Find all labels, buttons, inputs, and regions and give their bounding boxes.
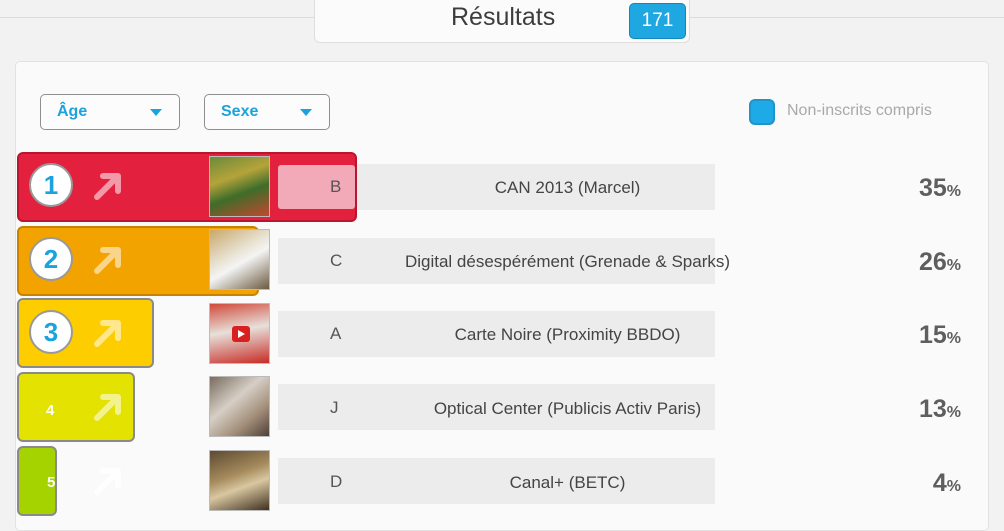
result-percent: 26%: [918, 248, 961, 276]
caret-down-icon: [300, 109, 312, 116]
rank-badge: 3: [29, 310, 73, 354]
result-letter: B: [330, 177, 342, 196]
video-thumbnail[interactable]: [209, 229, 270, 290]
video-thumbnail[interactable]: [209, 156, 270, 217]
non-inscrits-label: Non-inscrits compris: [787, 102, 932, 119]
result-percent: 15%: [918, 321, 961, 349]
result-percent: 13%: [918, 395, 961, 423]
result-highlight: [278, 165, 355, 209]
page-title: Résultats: [451, 3, 556, 31]
rank-badge: 1: [29, 163, 73, 207]
trend-up-icon: [94, 394, 121, 421]
result-name: CAN 2013 (Marcel): [494, 178, 641, 197]
result-name: Digital désespérément (Grenade & Sparks): [404, 252, 731, 271]
video-thumbnail[interactable]: [209, 450, 270, 511]
rank-badge: 2: [29, 237, 73, 281]
result-letter: A: [330, 324, 342, 343]
age-filter-label: Âge: [57, 103, 88, 120]
rank-label: 4: [46, 402, 55, 419]
trend-up-icon: [94, 173, 121, 200]
non-inscrits-checkbox[interactable]: [749, 99, 775, 125]
rank-label: 5: [47, 474, 56, 491]
caret-down-icon: [150, 109, 162, 116]
result-letter: D: [330, 472, 343, 491]
age-filter-dropdown[interactable]: Âge: [40, 94, 180, 130]
sexe-filter-dropdown[interactable]: Sexe: [204, 94, 330, 130]
result-percent: 4%: [932, 469, 961, 497]
video-thumbnail[interactable]: [209, 376, 270, 437]
results-header: Résultats 171: [314, 0, 690, 43]
result-percent: 35%: [918, 174, 961, 202]
trend-up-icon: [94, 468, 121, 495]
result-letter: C: [330, 251, 343, 270]
result-name: Optical Center (Publicis Activ Paris): [433, 399, 702, 418]
result-name: Canal+ (BETC): [509, 473, 626, 492]
trend-up-icon: [94, 247, 121, 274]
play-icon: [232, 326, 250, 342]
results-count-badge: 171: [629, 3, 686, 39]
sexe-filter-label: Sexe: [221, 103, 259, 120]
trend-up-icon: [94, 320, 121, 347]
video-thumbnail[interactable]: [209, 303, 270, 364]
result-name: Carte Noire (Proximity BBDO): [454, 325, 681, 344]
result-letter: J: [330, 398, 339, 417]
